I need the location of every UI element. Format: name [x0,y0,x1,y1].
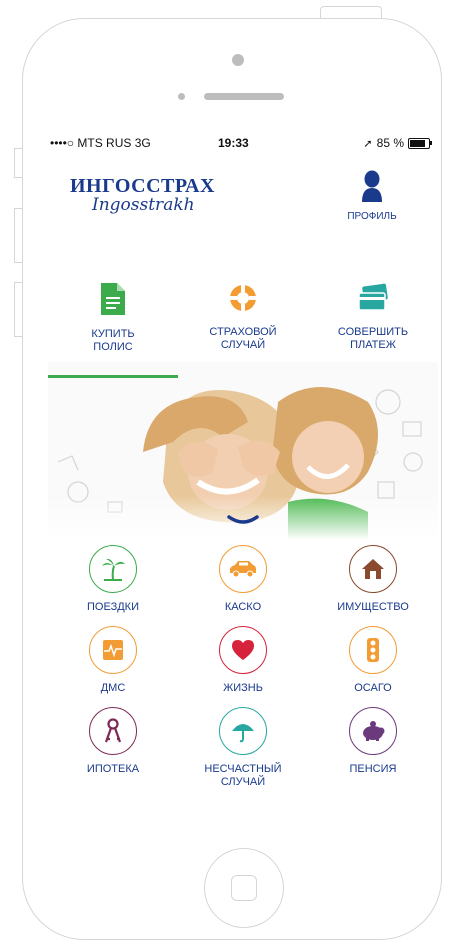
traffic-light-icon [349,626,397,674]
category-label: ИМУЩЕСТВО [337,601,409,613]
category-label: ИПОТЕКА [86,763,140,775]
location-arrow-icon: ➚ [363,137,373,150]
clock: 19:33 [218,136,249,150]
buy-policy-label: КУПИТЬ ПОЛИС [91,328,135,353]
document-icon [101,283,125,315]
card-icon [358,283,388,311]
house-icon [349,545,397,593]
car-icon [219,545,267,593]
make-payment-label: СОВЕРШИТЬ ПЛАТЕЖ [337,326,409,351]
category-label: ПЕНСИЯ [349,763,397,775]
heartbeat-icon [89,626,137,674]
insurance-case-button[interactable]: СТРАХОВОЙ СЛУЧАЙ [178,283,308,354]
category-accident[interactable]: НЕСЧАСТНЫЙ СЛУЧАЙ [178,707,308,789]
status-bar: ••••○ MTS RUS 3G 19:33 ➚ 85 % [50,136,432,152]
category-life[interactable]: ЖИЗНЬ [178,626,308,695]
profile-button[interactable]: ПРОФИЛЬ [340,170,404,222]
home-button[interactable] [204,848,284,928]
earpiece-speaker [204,93,284,100]
quick-actions: КУПИТЬ ПОЛИС СТРАХОВОЙ СЛУЧАЙ СОВЕРШИТЬ … [48,283,438,354]
palm-icon [89,545,137,593]
promo-banner [48,362,438,540]
profile-label: ПРОФИЛЬ [347,211,397,222]
lifebuoy-icon [230,285,256,311]
insurance-case-label: СТРАХОВОЙ СЛУЧАЙ [209,326,277,351]
category-label: НЕСЧАСТНЫЙ СЛУЧАЙ [204,763,282,788]
logo-latin: Ingosstrakh [92,195,195,215]
battery-icon [408,137,432,149]
logo-cyrillic: ИНГОССТРАХ [70,175,215,197]
sensor-dot [178,93,185,100]
category-kasko[interactable]: КАСКО [178,545,308,614]
buy-policy-button[interactable]: КУПИТЬ ПОЛИС [48,283,178,354]
category-label: ПОЕЗДКИ [87,601,139,613]
battery-status: ➚ 85 % [363,136,432,150]
insurance-categories: ПОЕЗДКИ КАСКО ИМУЩЕСТВО ДМС ЖИЗНЬ ОСАГО … [48,545,438,801]
carrier-signal: ••••○ MTS RUS 3G [50,136,151,150]
umbrella-icon [219,707,267,755]
category-trips[interactable]: ПОЕЗДКИ [48,545,178,614]
family-photo [48,362,438,540]
heart-icon [219,626,267,674]
category-label: ЖИЗНЬ [223,682,263,694]
battery-percent: 85 % [376,136,404,150]
category-label: ОСАГО [354,682,392,694]
category-pension[interactable]: ПЕНСИЯ [308,707,438,789]
ingosstrakh-logo: ИНГОССТРАХ Ingosstrakh [70,176,230,216]
piggy-bank-icon [349,707,397,755]
keys-icon [89,707,137,755]
make-payment-button[interactable]: СОВЕРШИТЬ ПЛАТЕЖ [308,283,438,354]
active-tab-indicator [48,375,178,378]
category-dms[interactable]: ДМС [48,626,178,695]
front-camera [232,54,244,66]
category-label: КАСКО [224,601,262,613]
category-osago[interactable]: ОСАГО [308,626,438,695]
category-label: ДМС [100,682,126,694]
user-icon [362,170,382,202]
category-mortgage[interactable]: ИПОТЕКА [48,707,178,789]
category-property[interactable]: ИМУЩЕСТВО [308,545,438,614]
chevron-down-icon[interactable] [227,515,259,527]
